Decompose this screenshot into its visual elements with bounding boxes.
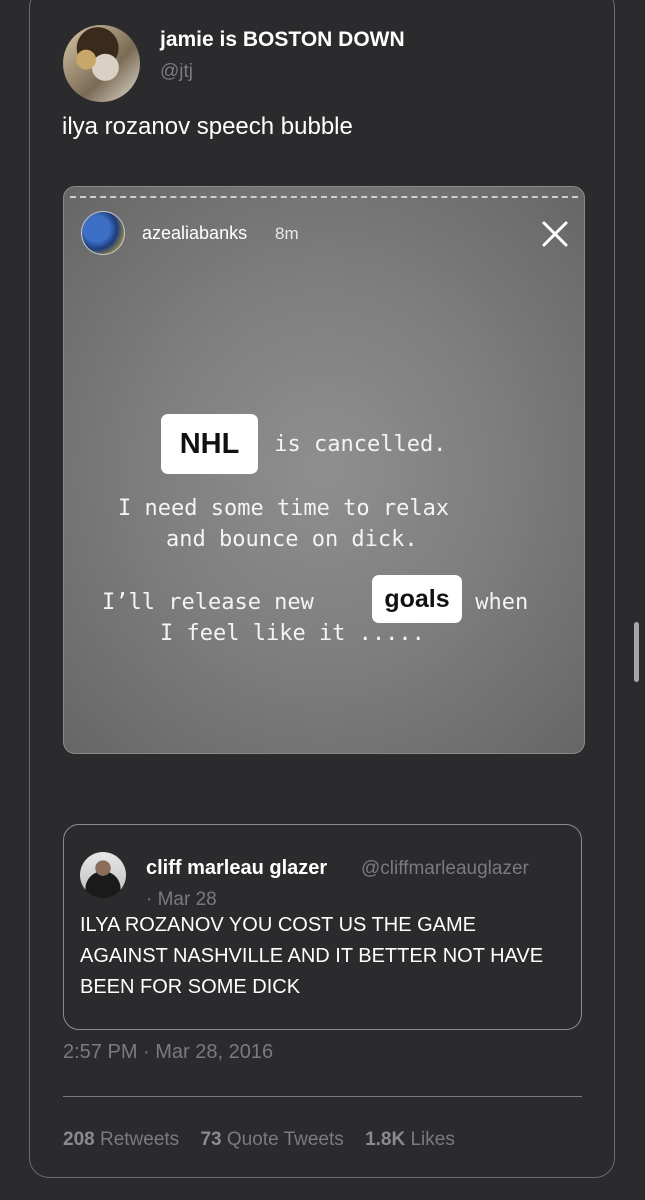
likes-label: Likes — [410, 1129, 455, 1150]
quote-display-name: cliff marleau glazer — [146, 857, 328, 879]
story-line-4b: when — [462, 590, 529, 615]
quote-handle: @cliffmarleauglazer — [361, 858, 529, 879]
goals-sticker: goals — [372, 575, 462, 623]
retweets-stat[interactable]: 208 Retweets — [63, 1129, 179, 1151]
quotes-label: Quote Tweets — [226, 1129, 344, 1150]
quotes-count: 73 — [200, 1129, 222, 1150]
story-time: 8m — [275, 224, 299, 243]
engagement-stats: 208 Retweets 73 Quote Tweets 1.8K Likes — [63, 1129, 471, 1151]
author-handle[interactable]: @jtj — [160, 61, 193, 83]
story-line-2: I need some time to relax — [118, 496, 450, 521]
story-username: azealiabanks — [142, 223, 248, 243]
story-line-4a: I’ll release new — [102, 590, 314, 615]
author-display-name[interactable]: jamie is BOSTON DOWN — [160, 28, 405, 52]
quote-text: ILYA ROZANOV YOU COST US THE GAME AGAINS… — [80, 914, 544, 998]
quote-tweets-stat[interactable]: 73 Quote Tweets — [200, 1129, 343, 1151]
story-line-5: I feel like it ..... — [160, 621, 425, 646]
retweets-count: 208 — [63, 1129, 95, 1150]
tweet-text: ilya rozanov speech bubble — [62, 113, 353, 140]
story-progress-bar — [70, 196, 578, 198]
story-avatar — [81, 211, 125, 255]
quote-avatar — [80, 852, 126, 898]
tweet-timestamp[interactable]: 2:57 PM · Mar 28, 2016 — [63, 1041, 273, 1064]
retweets-label: Retweets — [99, 1129, 180, 1150]
story-line-1: is cancelled. — [261, 432, 447, 457]
nhl-sticker: NHL — [161, 414, 258, 474]
author-avatar[interactable] — [63, 25, 140, 102]
scrollbar[interactable] — [634, 622, 639, 682]
close-icon — [538, 217, 572, 251]
quote-date: · Mar 28 — [146, 889, 217, 910]
likes-stat[interactable]: 1.8K Likes — [365, 1129, 455, 1151]
story-line-3: and bounce on dick. — [166, 527, 418, 552]
divider — [63, 1096, 582, 1097]
likes-count: 1.8K — [365, 1129, 406, 1150]
story-image[interactable]: azealiabanks 8m NHL is cancelled. I need… — [63, 186, 585, 754]
